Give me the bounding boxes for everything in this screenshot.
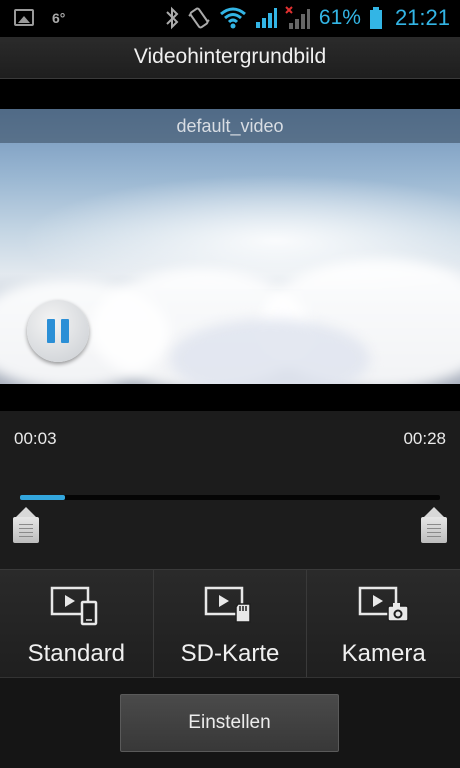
elapsed-time: 00:03 [14,429,57,448]
seek-bar[interactable] [20,495,440,500]
title-bar: Videohintergrundbild [0,37,460,79]
source-options: Standard SD-Karte Kamera [0,569,460,677]
video-name: default_video [176,116,284,136]
temperature-text: 6° [52,9,66,26]
source-standard-button[interactable]: Standard [0,569,154,677]
pause-icon [47,319,55,343]
page-title: Videohintergrundbild [133,45,327,68]
source-standard-label: Standard [27,640,126,667]
clock: 21:21 [394,5,450,30]
seek-progress [20,495,65,500]
source-sdcard-label: SD-Karte [180,640,280,667]
battery-icon [369,7,382,29]
pause-icon [61,319,69,343]
total-duration: 00:28 [403,429,446,448]
trim-start-handle[interactable] [13,507,39,543]
signal-no-sim-icon [285,6,310,29]
status-bar: 6° 61% 21:21 [0,0,460,37]
source-camera-button[interactable]: Kamera [307,569,460,677]
gallery-icon [14,9,34,26]
signal-icon [255,8,277,28]
spacer [0,79,460,109]
video-camera-icon [358,586,409,622]
spacer [0,384,460,411]
battery-percent: 61% [318,6,361,29]
source-camera-label: Kamera [341,640,426,667]
set-wallpaper-button[interactable]: Einstellen [120,694,339,752]
source-sdcard-button[interactable]: SD-Karte [153,569,308,677]
player-controls: 00:03 00:28 [0,411,460,569]
pause-button[interactable] [27,300,89,362]
bluetooth-icon [166,6,179,30]
trim-end-handle[interactable] [421,507,447,543]
video-phone-icon [51,586,98,626]
vibrate-icon [188,7,210,29]
video-sdcard-icon [204,586,251,623]
wifi-icon [219,7,246,29]
footer-bar: Einstellen [0,677,460,768]
video-caption-bar: default_video [0,109,460,143]
